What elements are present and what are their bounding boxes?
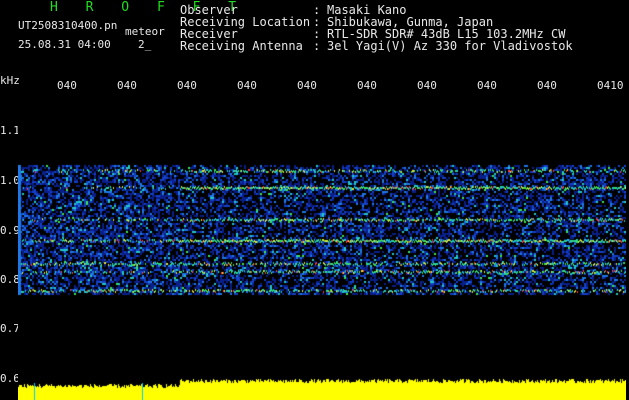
x-tick-label: 040 bbox=[477, 79, 497, 92]
y-label-0-7: 0.7 bbox=[0, 322, 20, 335]
counter: 2_ bbox=[138, 38, 152, 51]
x-tick-label: 040 bbox=[57, 79, 77, 92]
antenna-label: Receiving Antenna bbox=[180, 39, 303, 53]
spectrogram-plot bbox=[18, 95, 626, 375]
x-tick-label: 040 bbox=[117, 79, 137, 92]
x-tick-label: 040 bbox=[537, 79, 557, 92]
x-tick-label: 040 bbox=[417, 79, 437, 92]
y-label-1-0: 1.0 bbox=[0, 174, 20, 187]
unit-label: kHz bbox=[0, 74, 20, 87]
antenna-row: Receiving Antenna bbox=[180, 39, 303, 53]
meteor-label: meteor bbox=[125, 25, 165, 38]
antenna-value: 3el Yagi(V) Az 330 for Vladivostok bbox=[327, 39, 573, 53]
y-label-0-9: 0.9 bbox=[0, 224, 20, 237]
x-tick-label: 040 bbox=[237, 79, 257, 92]
x-tick-label: 040 bbox=[177, 79, 197, 92]
y-label-0-8: 0.8 bbox=[0, 273, 20, 286]
signal-strength-bar bbox=[18, 375, 626, 400]
file-name: UT2508310400.pn bbox=[18, 19, 118, 32]
date-time: 25.08.31 04:00 bbox=[18, 38, 111, 51]
x-tick-label: 040 bbox=[357, 79, 377, 92]
x-tick-label: 040 bbox=[297, 79, 317, 92]
antenna-sep: : bbox=[313, 39, 321, 53]
y-label-1-1: 1.1 bbox=[0, 124, 20, 137]
y-label-0-6: 0.6 bbox=[0, 372, 20, 385]
x-tick-label: 0410 bbox=[597, 79, 624, 92]
